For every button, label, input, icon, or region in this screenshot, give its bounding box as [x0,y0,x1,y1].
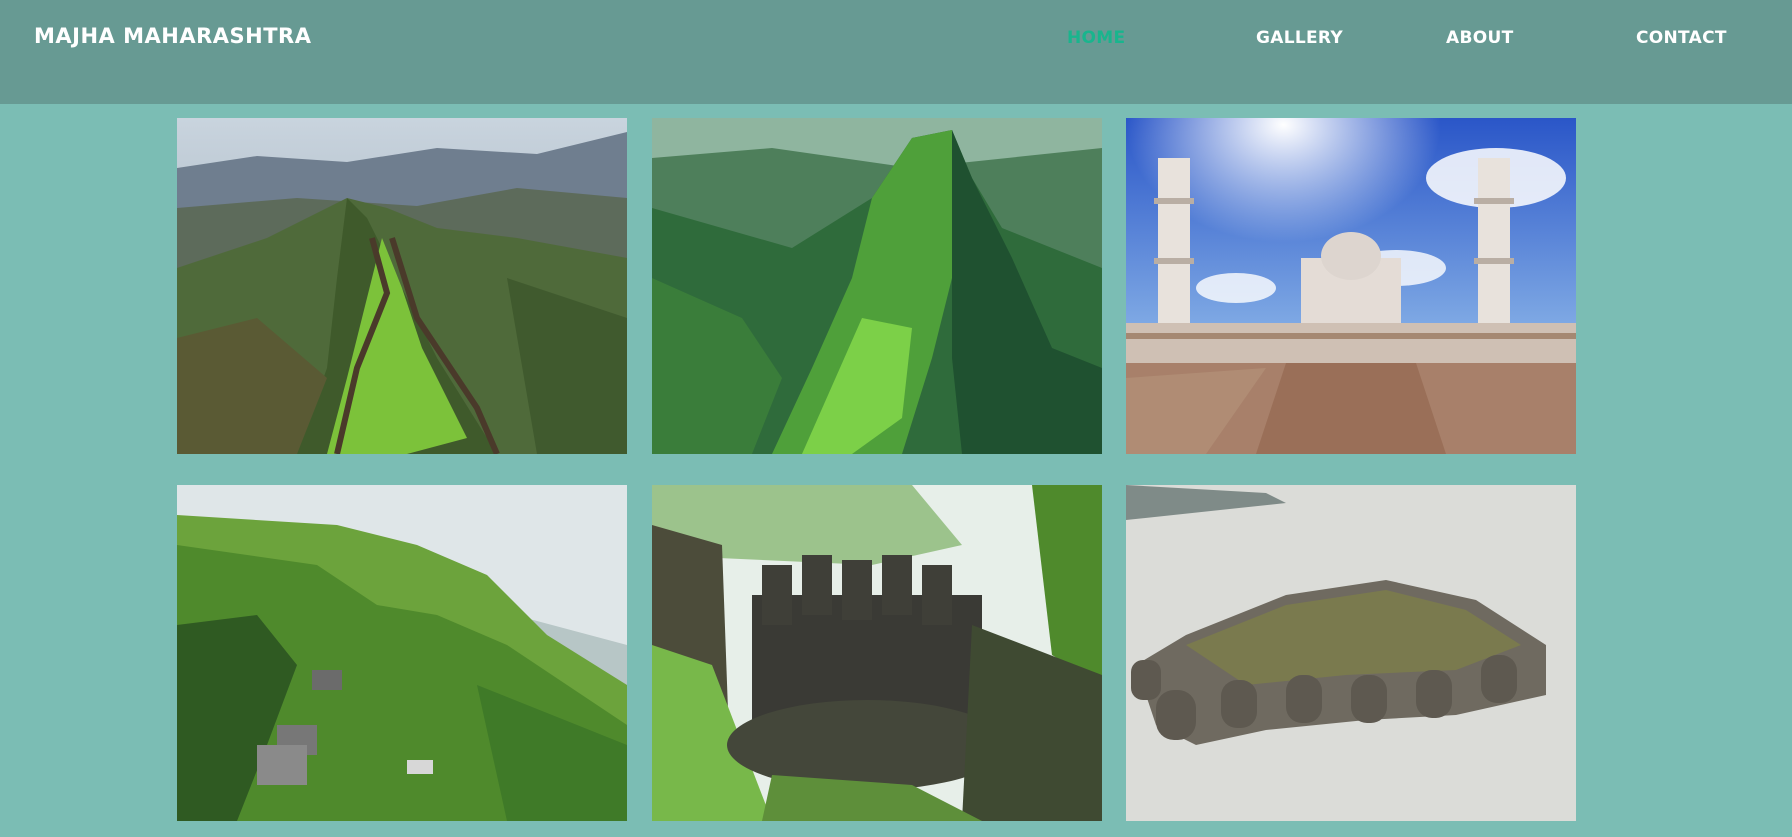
nav-gallery-link[interactable]: GALLERY [1256,28,1343,48]
green-cliff-photo [652,118,1102,454]
hill-fort-photo [177,485,627,821]
nav-contact-link[interactable]: CONTACT [1636,28,1727,48]
site-logo-text[interactable]: MAJHA MAHARASHTRA [34,24,311,48]
gallery-image-bastion-ruins[interactable] [652,485,1102,821]
gallery-image-green-cliff[interactable] [652,118,1102,454]
gallery-image-hill-fort[interactable] [177,485,627,821]
gallery-image-ridge-fort[interactable] [177,118,627,454]
sea-fort-photo [1126,485,1576,821]
header-bar: MAJHA MAHARASHTRA HOME GALLERY ABOUT CON… [0,0,1792,104]
ridge-fort-photo [177,118,627,454]
nav-about-link[interactable]: ABOUT [1446,28,1513,48]
bastion-ruins-photo [652,485,1102,821]
gallery-image-mausoleum[interactable] [1126,118,1576,454]
mausoleum-photo [1126,118,1576,454]
nav-home-link[interactable]: HOME [1067,28,1125,48]
gallery-image-sea-fort[interactable] [1126,485,1576,821]
